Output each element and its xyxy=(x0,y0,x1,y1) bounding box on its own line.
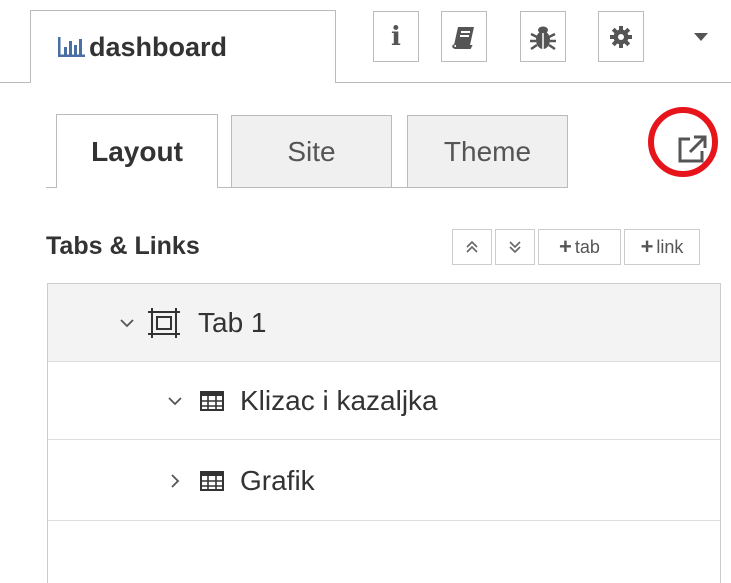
tab-dashboard-label: dashboard xyxy=(89,31,228,62)
settings-button[interactable] xyxy=(598,11,644,62)
section-title: Tabs & Links xyxy=(46,232,200,260)
tab-theme[interactable]: Theme xyxy=(407,115,568,188)
sidebar-menu-button[interactable] xyxy=(692,30,710,48)
book-icon xyxy=(452,26,474,49)
tab-site-label: Site xyxy=(287,135,336,167)
info-icon: i xyxy=(391,21,401,52)
tab-layout-label: Layout xyxy=(91,135,183,167)
add-tab-label: tab xyxy=(574,236,600,257)
tree-toolbar: + tab + link xyxy=(452,229,700,265)
double-chevron-down-icon xyxy=(509,241,521,254)
table-icon xyxy=(200,390,224,411)
tree-row-label: Grafik xyxy=(240,464,315,496)
tree-row-group[interactable]: Grafik xyxy=(48,441,720,521)
tree-row-group[interactable]: Klizac i kazaljka xyxy=(48,362,720,440)
info-button[interactable]: i xyxy=(373,11,419,62)
chevron-right-icon[interactable] xyxy=(164,473,186,488)
double-chevron-up-icon xyxy=(466,240,478,253)
tab-dashboard[interactable]: dashboard xyxy=(30,10,336,83)
collapse-all-button[interactable] xyxy=(495,229,535,265)
bug-icon xyxy=(530,26,556,50)
debug-button[interactable] xyxy=(520,11,566,62)
tab-layout[interactable]: Layout xyxy=(56,114,218,188)
tree-row-tab[interactable]: Tab 1 xyxy=(48,284,720,362)
add-link-label: link xyxy=(656,236,684,257)
table-icon xyxy=(200,470,224,491)
expand-all-button[interactable] xyxy=(452,229,492,265)
highlight-circle xyxy=(648,107,718,177)
chevron-down-icon[interactable] xyxy=(116,318,138,328)
tab-frame-icon xyxy=(148,307,180,338)
sidebar-tab-bar: dashboard i xyxy=(0,0,731,84)
tab-site[interactable]: Site xyxy=(231,115,392,188)
tab-theme-label: Theme xyxy=(443,135,532,167)
tree-row-label: Klizac i kazaljka xyxy=(240,384,438,416)
chevron-down-icon xyxy=(694,33,708,41)
add-tab-button[interactable]: + tab xyxy=(538,229,621,265)
chevron-down-icon[interactable] xyxy=(164,396,186,406)
plus-icon: + xyxy=(559,234,572,259)
tabs-links-tree: Tab 1 Klizac i kazaljka Grafik xyxy=(47,283,721,583)
plus-icon: + xyxy=(640,234,654,259)
help-button[interactable] xyxy=(441,11,487,62)
add-link-button[interactable]: + link xyxy=(624,229,700,265)
tree-row-label: Tab 1 xyxy=(198,306,267,338)
gear-icon xyxy=(610,25,632,48)
bar-chart-icon xyxy=(57,36,87,58)
